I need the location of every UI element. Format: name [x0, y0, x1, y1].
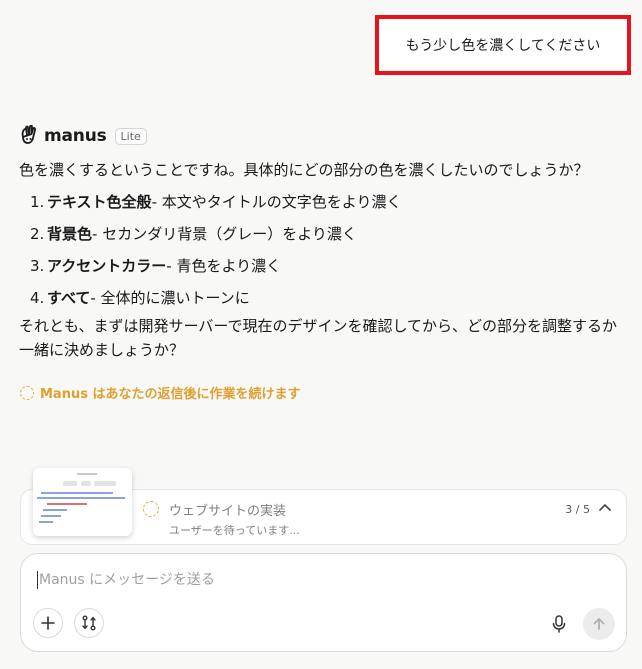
- thumb-line: [39, 521, 53, 523]
- option-desc: - セカンダリ背景（グレー）をより濃く: [92, 225, 357, 243]
- option-title: アクセントカラー: [47, 257, 167, 275]
- chevron-up-icon[interactable]: [596, 499, 614, 517]
- assistant-name: manus: [44, 126, 107, 146]
- message-composer: Manus にメッセージを送る: [20, 553, 627, 652]
- option-title: 背景色: [47, 225, 93, 243]
- assistant-reply: 色を濃くするということですね。具体的にどの部分の色を濃くしたいのでしょうか？ 1…: [19, 158, 631, 362]
- task-step-counter: 3 / 5: [565, 503, 590, 516]
- thumb-pill: [63, 481, 77, 486]
- loading-spinner-icon: [20, 385, 34, 400]
- status-text: Manus はあなたの返信後に作業を続けます: [40, 387, 301, 402]
- option-desc: - 全体的に濃いトーンに: [90, 289, 250, 307]
- list-number: 4.: [30, 289, 45, 307]
- list-number: 3.: [30, 257, 45, 275]
- user-message-text: もう少し色を濃くしてください: [405, 38, 601, 54]
- thumb-line: [41, 492, 113, 494]
- reply-intro: 色を濃くするということですね。具体的にどの部分の色を濃くしたいのでしょうか？: [19, 161, 589, 179]
- option-desc: - 青色をより濃く: [166, 257, 282, 275]
- thumb-pill: [81, 481, 91, 486]
- tools-button[interactable]: [74, 608, 104, 638]
- option-title: テキスト色全般: [47, 193, 152, 211]
- option-desc: - 本文やタイトルの文字色をより濃く: [151, 193, 402, 211]
- list-number: 2.: [30, 225, 45, 243]
- list-number: 1.: [30, 193, 45, 211]
- list-item: 3. アクセントカラー - 青色をより濃く: [19, 250, 631, 282]
- preview-thumbnail[interactable]: [33, 468, 132, 536]
- list-item: 1. テキスト色全般 - 本文やタイトルの文字色をより濃く: [19, 186, 631, 218]
- add-button[interactable]: [33, 608, 63, 638]
- task-title: ウェブサイトの実装: [169, 504, 287, 519]
- plan-badge: Lite: [114, 127, 147, 145]
- send-button[interactable]: [583, 608, 615, 640]
- manus-hand-icon: [21, 125, 36, 144]
- waiting-status: Manus はあなたの返信後に作業を続けます: [20, 383, 300, 402]
- thumb-line: [37, 497, 125, 499]
- task-subtitle: ユーザーを待っています...: [169, 524, 300, 537]
- thumb-header: [77, 473, 97, 475]
- thumb-pill: [94, 481, 116, 486]
- message-input[interactable]: Manus にメッセージを送る: [37, 571, 215, 589]
- microphone-icon[interactable]: [550, 614, 568, 634]
- thumb-line: [43, 509, 67, 511]
- arrow-up-icon: [593, 618, 605, 630]
- thumb-line: [47, 503, 87, 505]
- user-message-bubble: もう少し色を濃くしてください: [375, 15, 631, 75]
- option-list: 1. テキスト色全般 - 本文やタイトルの文字色をより濃く 2. 背景色 - セ…: [19, 186, 631, 314]
- loading-spinner-icon: [143, 501, 159, 517]
- plus-icon: [41, 616, 55, 630]
- list-item: 2. 背景色 - セカンダリ背景（グレー）をより濃く: [19, 218, 631, 250]
- list-item: 4. すべて - 全体的に濃いトーンに: [19, 282, 631, 314]
- connector-icon: [82, 615, 96, 631]
- reply-closing: それとも、まずは開発サーバーで現在のデザインを確認してから、どの部分を調整するか…: [19, 317, 618, 359]
- thumb-line: [41, 515, 61, 517]
- assistant-header: manus Lite: [19, 125, 147, 147]
- option-title: すべて: [47, 289, 91, 307]
